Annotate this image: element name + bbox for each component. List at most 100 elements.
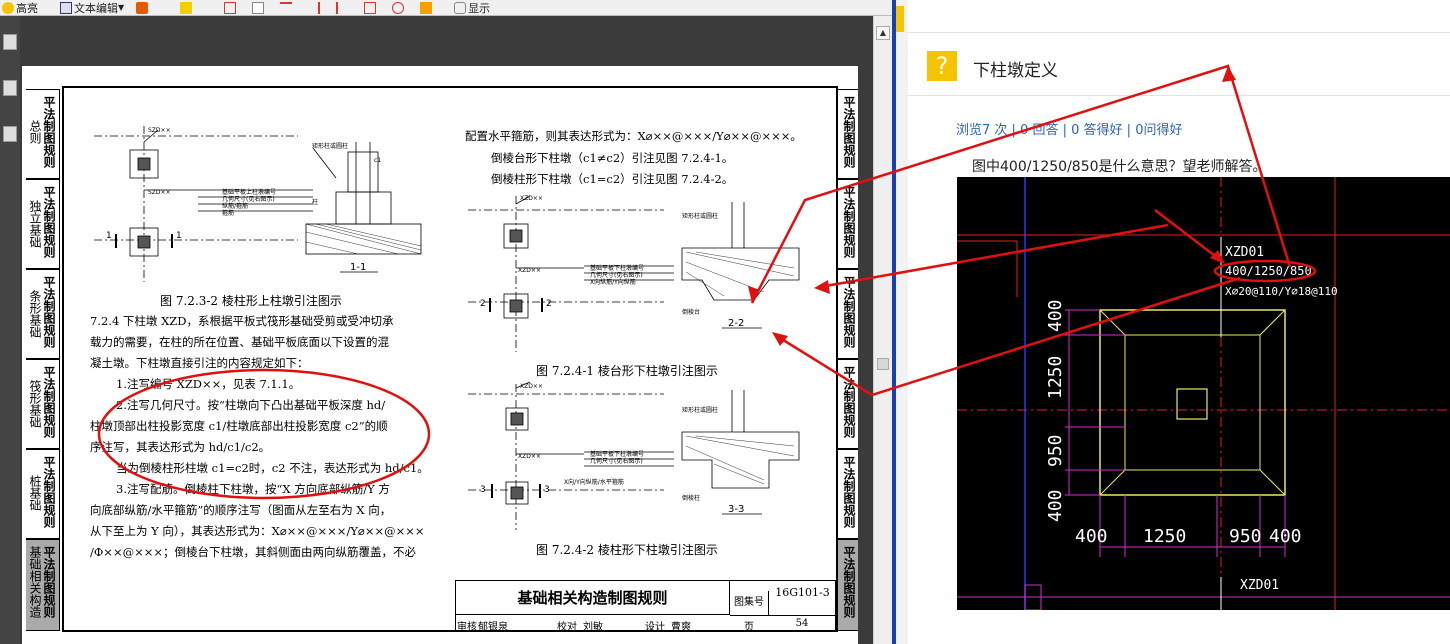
- zhu-label: 柱: [312, 198, 318, 206]
- pdf-scrollbar[interactable]: ▲: [873, 16, 892, 644]
- good-question-link[interactable]: 0问得好: [1135, 123, 1182, 138]
- tab-foundation-details: 平法制图规则 基础相关构造: [26, 539, 60, 631]
- marker-icon[interactable]: [420, 1, 433, 14]
- fig-723-caption: 图 7.2.3-2 棱柱形上柱墩引注图示: [160, 294, 342, 308]
- body-line: 柱墩顶部出柱投影宽度 c1/柱墩底部出柱投影宽度 c2”的顺: [90, 419, 388, 433]
- cad-dim-left: 950: [1045, 434, 1066, 467]
- right-line: 倒棱柱形下柱墩（c1=c2）引注见图 7.2.4-2。: [491, 172, 734, 186]
- crop-icon[interactable]: [224, 1, 237, 14]
- szd-desc-4: 箍筋: [222, 209, 234, 217]
- highlight-icon: [2, 1, 14, 14]
- line-tool-icon[interactable]: [308, 1, 321, 14]
- attachment-icon[interactable]: [3, 126, 17, 142]
- design-label: 设计: [645, 622, 665, 633]
- reviewer-name: 郁银泉: [478, 622, 508, 633]
- tab-strip-foundation: 平法制图规则 条形基础: [26, 269, 60, 359]
- section-mark-right: 2: [546, 299, 552, 309]
- fig-7241-caption: 图 7.2.4-1 棱台形下柱墩引注图示: [536, 364, 718, 378]
- cad-label-xzd-bottom: XZD01: [1240, 578, 1279, 593]
- bottom-label: 倒棱台: [682, 308, 700, 316]
- szd-label-2: SZD××: [148, 189, 171, 196]
- body-line: 从下至上为 Y 向），其表达形式为：X⌀××@×××/Y⌀××@×××: [90, 524, 425, 538]
- cad-label-xzd: XZD01: [1225, 245, 1264, 260]
- views-count: 浏览7 次: [956, 123, 1008, 138]
- body-line: 7.2.4 下柱墩 XZD，系根据平板式筏形基础受剪或受冲切承: [90, 314, 394, 328]
- section-mark-right: 3: [544, 485, 550, 495]
- typewriter-icon[interactable]: [180, 1, 193, 14]
- cad-dim-left: 400: [1045, 489, 1066, 522]
- bookmark-icon[interactable]: [3, 80, 17, 96]
- text-edit-tool[interactable]: 文本编辑 ▼: [60, 0, 124, 16]
- body-line: 3.注写配筋。倒棱柱下柱墩，按“X 方向底部纵筋/Y 方: [116, 482, 390, 496]
- page-number: 54: [795, 618, 809, 629]
- stats-separator: |: [1058, 123, 1072, 138]
- body-line: 向底部纵筋/水平箍筋”的顺序注写（图面从左至右为 X 向，: [90, 503, 392, 517]
- right-tab-3: 平法制图规则: [838, 269, 858, 359]
- szd-label: SZD××: [148, 127, 171, 134]
- cad-drawing: XZD01 400/1250/850 X⌀20@110/Y⌀18@110 400…: [957, 177, 1450, 610]
- answers-link[interactable]: 0 回答: [1020, 123, 1058, 138]
- question-body: 图中400/1250/850是什么意思？望老师解答。: [972, 159, 1267, 175]
- body-line: 当为倒棱柱形柱墩 c1=c2时，c2 不注，表达形式为 hd/c1。: [116, 461, 429, 475]
- cad-dim-bottom: 400: [1269, 526, 1302, 547]
- bottom-label: 倒棱柱: [682, 494, 700, 502]
- section-mark-right: 1: [176, 231, 182, 241]
- right-line: 配置水平箍筋，则其表达形式为：X⌀××@×××/Y⌀××@×××。: [465, 129, 802, 143]
- section-title: 3-3: [728, 504, 744, 515]
- drawing-title: 基础相关构造制图规则: [456, 581, 730, 615]
- cad-label-rebar: X⌀20@110/Y⌀18@110: [1225, 285, 1338, 298]
- page-thumbnail-icon[interactable]: [3, 34, 17, 50]
- note-icon[interactable]: [252, 1, 265, 14]
- tab-raft-foundation: 平法制图规则 筏形基础: [26, 359, 60, 449]
- szd-desc-1: 基础平板上柱墩编号: [222, 188, 276, 196]
- body-line: 1.注写编号 XZD××，见表 7.1.1。: [116, 377, 301, 391]
- check-label: 校对: [557, 622, 577, 633]
- highlight-tool[interactable]: 高亮: [2, 0, 38, 16]
- comments-icon: [454, 1, 467, 14]
- right-tab-5: 平法制图规则: [838, 449, 858, 539]
- section-mark-left: 1: [106, 231, 112, 241]
- good-answers-link[interactable]: 0 答得好: [1071, 123, 1122, 138]
- gutter-marker: [896, 6, 904, 32]
- fig-7241-drawing: XZD×× XZD×× 基础平板下柱墩编号 几何尺寸(见右图示) X向纵筋/Y向…: [468, 195, 800, 352]
- xzd-label-2: XZD××: [518, 453, 541, 460]
- xzd-desc-1: 基础平板下柱墩编号: [590, 450, 644, 458]
- cad-dim-left: 400: [1045, 299, 1066, 332]
- column-label: 矩形柱或圆柱: [682, 406, 718, 414]
- show-menu[interactable]: 显示: [454, 0, 490, 16]
- cad-dim-left: 1250: [1045, 356, 1066, 399]
- body-line: 序注写，其表达形式为 hd/c1/c2。: [90, 440, 271, 454]
- body-line: 2.注写几何尺寸。按“柱墩向下凸出基础平板深度 hd/: [116, 398, 386, 412]
- body-line: 凝土墩。下柱墩直接引注的内容规定如下：: [90, 356, 309, 370]
- text-edit-icon: [60, 1, 72, 14]
- oval-tool-icon[interactable]: [392, 1, 405, 14]
- xzd-desc-1: 基础平板下柱墩编号: [590, 264, 644, 272]
- body-line: /Φ××@×××；倒棱台下柱墩，其斜侧面由两向纵筋覆盖，不必: [90, 545, 416, 559]
- stats-separator: |: [1007, 123, 1021, 138]
- right-tab-6: 平法制图规则: [838, 539, 858, 631]
- right-tab-2: 平法制图规则: [838, 179, 858, 269]
- tab-pile-foundation: 平法制图规则 桩基础: [26, 449, 60, 539]
- rectangle-tool-icon[interactable]: [364, 1, 377, 14]
- page-label: 页: [744, 622, 754, 633]
- body-line: 载力的需要，在柱的所在位置、基础平板底面以下设置的混: [90, 335, 389, 349]
- xzd-desc-3: X向纵筋/Y向纵筋: [590, 278, 636, 286]
- pdf-nav-panel: [0, 16, 20, 644]
- atlas-number: 16G101-3: [768, 587, 836, 615]
- scroll-up-button[interactable]: ▲: [876, 26, 890, 40]
- section-title: 1-1: [350, 262, 366, 273]
- scroll-thumb[interactable]: [877, 358, 889, 370]
- pencil-tool-icon[interactable]: [336, 1, 348, 14]
- cad-dim-bottom: 400: [1075, 526, 1108, 547]
- section-mark-left: 3: [480, 485, 486, 495]
- cad-dim-bottom: 1250: [1143, 526, 1186, 547]
- section-title: 2-2: [728, 318, 744, 329]
- designer-name: 曹爽: [671, 622, 691, 633]
- arrow-tool-icon[interactable]: [280, 1, 293, 14]
- column-label: 矩形柱或圆柱: [682, 212, 718, 220]
- question-icon: ?: [927, 51, 957, 81]
- right-tab-4: 平法制图规则: [838, 359, 858, 449]
- tab-isolated-foundation: 平法制图规则 独立基础: [26, 179, 60, 269]
- stamp-icon[interactable]: [136, 1, 149, 14]
- xzd-desc-3: X向/Y向纵筋/水平箍筋: [564, 478, 624, 486]
